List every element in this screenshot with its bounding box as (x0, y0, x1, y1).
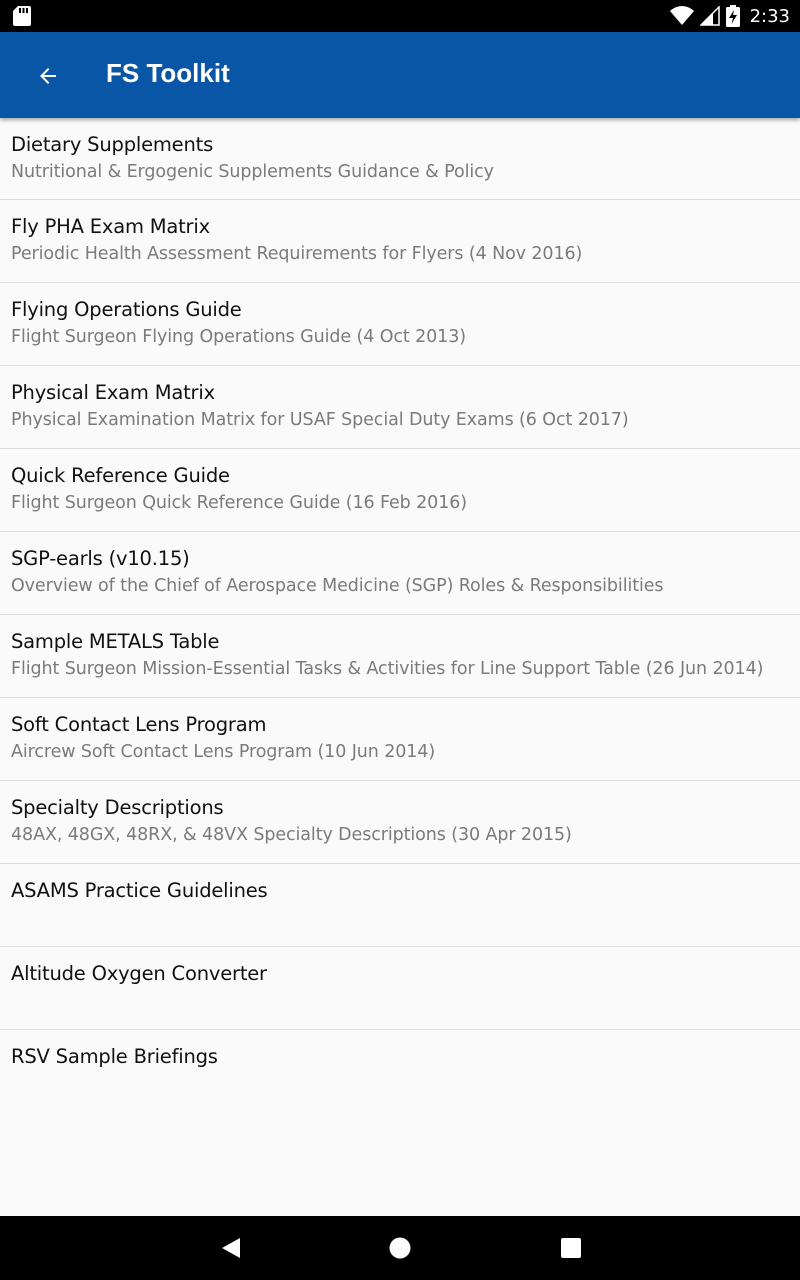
list-item-subtitle: Flight Surgeon Mission-Essential Tasks &… (11, 659, 764, 679)
back-button[interactable] (22, 50, 74, 102)
list-item-subtitle: Flight Surgeon Quick Reference Guide (16… (11, 493, 467, 513)
nav-home-button[interactable] (380, 1228, 420, 1268)
wifi-icon (669, 6, 694, 26)
list-item[interactable]: Soft Contact Lens Program Aircrew Soft C… (0, 698, 800, 781)
list-item-title: Soft Contact Lens Program (11, 713, 267, 736)
sd-card-icon (13, 6, 31, 26)
list-item-title: Altitude Oxygen Converter (11, 962, 267, 985)
list-item[interactable]: RSV Sample Briefings (0, 1030, 800, 1113)
nav-recents-button[interactable] (551, 1228, 591, 1268)
navigation-bar (0, 1216, 800, 1280)
list-item[interactable]: Quick Reference Guide Flight Surgeon Qui… (0, 449, 800, 532)
recents-square-icon (561, 1238, 581, 1258)
list-item[interactable]: Altitude Oxygen Converter (0, 947, 800, 1030)
list-item-title: Sample METALS Table (11, 630, 220, 653)
list-item[interactable]: ASAMS Practice Guidelines (0, 864, 800, 947)
list-item-title: RSV Sample Briefings (11, 1045, 218, 1068)
list-item-title: SGP-earls (v10.15) (11, 547, 190, 570)
nav-back-button[interactable] (211, 1228, 251, 1268)
list-item[interactable]: SGP-earls (v10.15) Overview of the Chief… (0, 532, 800, 615)
battery-charging-icon (725, 5, 740, 27)
list-item-title: ASAMS Practice Guidelines (11, 879, 268, 902)
list-item-title: Physical Exam Matrix (11, 381, 215, 404)
list-item-subtitle: Aircrew Soft Contact Lens Program (10 Ju… (11, 742, 436, 762)
page-title: FS Toolkit (106, 58, 230, 88)
list-item[interactable]: Flying Operations Guide Flight Surgeon F… (0, 283, 800, 366)
list-item-title: Flying Operations Guide (11, 298, 242, 321)
cell-signal-icon (699, 6, 720, 26)
list-item[interactable]: Fly PHA Exam Matrix Periodic Health Asse… (0, 200, 800, 283)
clock-time: 2:33 (749, 5, 790, 27)
app-bar: FS Toolkit (0, 32, 800, 118)
list-item[interactable]: Specialty Descriptions 48AX, 48GX, 48RX,… (0, 781, 800, 864)
list-item-subtitle: Physical Examination Matrix for USAF Spe… (11, 410, 629, 430)
status-icons: 2:33 (669, 0, 790, 32)
toolkit-list: Dietary Supplements Nutritional & Ergoge… (0, 118, 800, 1216)
home-circle-icon (389, 1237, 411, 1259)
list-item-title: Quick Reference Guide (11, 464, 230, 487)
list-item-subtitle: Flight Surgeon Flying Operations Guide (… (11, 327, 466, 347)
list-item-title: Dietary Supplements (11, 133, 214, 156)
list-item-subtitle: Periodic Health Assessment Requirements … (11, 244, 583, 264)
list-item-title: Fly PHA Exam Matrix (11, 215, 210, 238)
list-item-subtitle: Overview of the Chief of Aerospace Medic… (11, 576, 664, 596)
list-item-title: Specialty Descriptions (11, 796, 224, 819)
list-item-subtitle: Nutritional & Ergogenic Supplements Guid… (11, 162, 494, 182)
list-item-subtitle: 48AX, 48GX, 48RX, & 48VX Specialty Descr… (11, 825, 572, 845)
arrow-back-icon (40, 68, 56, 84)
list-item[interactable]: Sample METALS Table Flight Surgeon Missi… (0, 615, 800, 698)
back-triangle-icon (222, 1238, 240, 1258)
list-item[interactable]: Dietary Supplements Nutritional & Ergoge… (0, 118, 800, 200)
list-item[interactable]: Physical Exam Matrix Physical Examinatio… (0, 366, 800, 449)
status-bar: 2:33 (0, 0, 800, 32)
